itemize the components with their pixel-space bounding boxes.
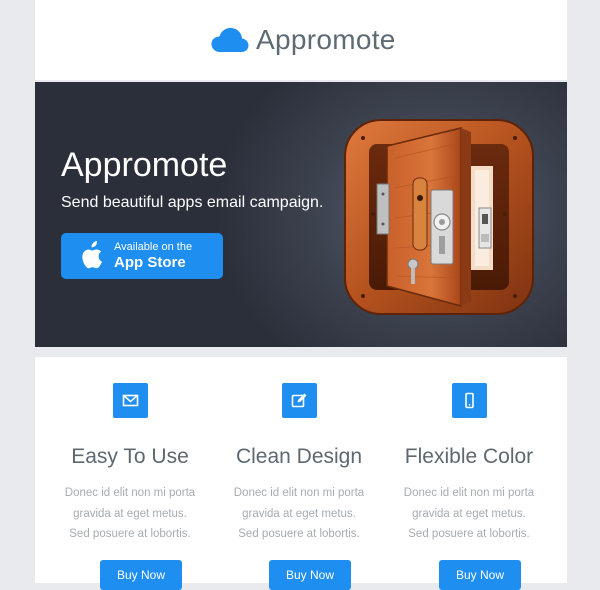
feature-description: Donec id elit non mi porta gravida at eg… [45,483,215,545]
app-store-button[interactable]: Available on the App Store [61,233,223,279]
store-button-small-text: Available on the [114,241,193,253]
cloud-icon [211,28,249,52]
buy-now-button[interactable]: Buy Now [439,560,521,590]
feature-description: Donec id elit non mi porta gravida at eg… [384,483,554,545]
feature-desc-line: Sed posuere at lobortis. [69,528,191,540]
feature-description: Donec id elit non mi porta gravida at eg… [214,483,384,545]
hero-subtitle: Send beautiful apps email campaign. [61,194,324,211]
brand-logo[interactable]: Appromote [211,20,396,60]
feature-desc-line: Sed posuere at lobortis. [238,528,360,540]
feature-title: Easy To Use [71,445,189,468]
buy-now-button[interactable]: Buy Now [269,560,351,590]
mobile-icon [465,392,474,409]
hero-title: Appromote [61,146,228,184]
edit-icon [291,393,307,408]
hero-banner: Appromote Send beautiful apps email camp… [35,82,567,347]
features-section: Easy To Use Donec id elit non mi porta g… [35,357,567,590]
store-button-big-text: App Store [114,254,186,271]
envelope-icon [122,394,139,407]
feature-easy-to-use: Easy To Use Donec id elit non mi porta g… [45,357,215,590]
feature-title: Clean Design [235,445,363,468]
feature-desc-line: gravida at eget metus. [412,507,526,520]
feature-icon-badge [282,383,317,418]
buy-now-button[interactable]: Buy Now [100,560,182,590]
feature-desc-line: gravida at eget metus. [242,507,356,520]
email-container: Appromote Appromote Send beautiful apps … [35,0,567,590]
feature-desc-line: Donec id elit non mi porta [403,487,535,499]
feature-desc-line: Sed posuere at lobortis. [408,528,530,540]
feature-desc-line: Donec id elit non mi porta [64,487,196,499]
feature-desc-line: Donec id elit non mi porta [233,487,365,499]
feature-flexible-color: Flexible Color Donec id elit non mi port… [384,357,554,590]
apple-icon [82,241,102,269]
brand-name: Appromote [256,24,396,55]
wooden-door-app-icon [344,119,534,315]
feature-icon-badge [452,383,487,418]
feature-icon-badge [113,383,148,418]
feature-title: Flexible Color [404,445,534,468]
feature-desc-line: gravida at eget metus. [73,507,187,520]
feature-clean-design: Clean Design Donec id elit non mi porta … [214,357,384,590]
header: Appromote [35,0,567,80]
